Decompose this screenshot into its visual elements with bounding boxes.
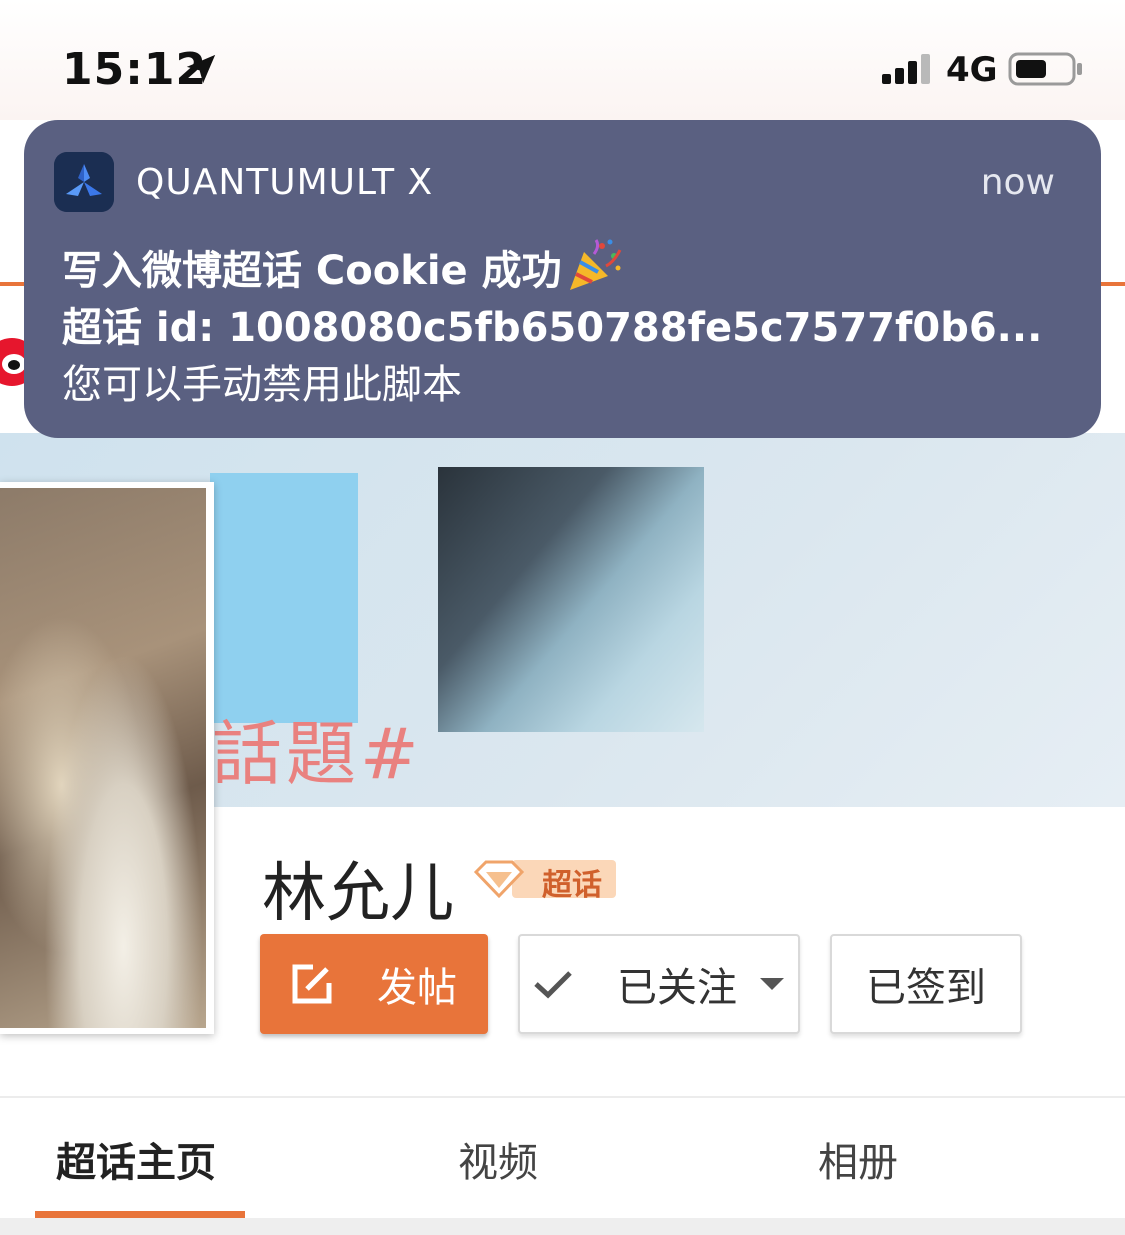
tabs-divider [0, 1096, 1125, 1098]
chevron-down-icon [760, 978, 784, 990]
content-divider [0, 1218, 1125, 1235]
location-arrow-icon [186, 54, 216, 84]
notification-title-row: 写入微博超话 Cookie 成功 [62, 238, 622, 296]
follow-button-label: 已关注 [617, 965, 737, 1011]
tab-albums[interactable]: 相册 [818, 1130, 898, 1188]
super-topic-badge-label: 超话 [542, 868, 602, 903]
checkin-button-label: 已签到 [866, 965, 986, 1011]
banner-photo [438, 467, 704, 732]
post-button-label: 发帖 [377, 965, 457, 1011]
post-button[interactable]: 发帖 [260, 934, 488, 1034]
status-bar: 15:12 4G [0, 0, 1125, 120]
checkin-button[interactable]: 已签到 [830, 934, 1022, 1034]
push-notification[interactable]: QUANTUMULT X now 写入微博超话 Cookie 成功 超话 id:… [24, 120, 1101, 438]
tab-videos[interactable]: 视频 [458, 1130, 538, 1188]
topic-avatar[interactable] [0, 482, 214, 1034]
topic-title: 林允儿 [262, 857, 454, 931]
notification-app-name: QUANTUMULT X [136, 162, 434, 203]
battery-icon [1008, 52, 1082, 86]
banner-blue-block [210, 473, 358, 723]
party-popper-icon [569, 239, 621, 290]
notification-time: now [980, 162, 1055, 203]
notification-subtitle: 超话 id: 1008080c5fb650788fe5c7577f0b6... [62, 305, 1043, 351]
cellular-signal-icon [882, 54, 930, 84]
network-type: 4G [946, 50, 998, 90]
quantumult-app-icon [54, 152, 114, 212]
tab-super-topic-home[interactable]: 超话主页 [56, 1130, 216, 1188]
notification-title: 写入微博超话 Cookie 成功 [62, 248, 562, 294]
follow-button[interactable]: 已关注 [518, 934, 800, 1034]
active-tab-indicator [35, 1211, 245, 1218]
notification-body: 您可以手动禁用此脚本 [62, 362, 462, 408]
checkmark-icon [534, 971, 572, 999]
banner-text: 話題# [212, 713, 423, 795]
avatar-image [0, 488, 206, 1028]
compose-icon [292, 964, 332, 1004]
